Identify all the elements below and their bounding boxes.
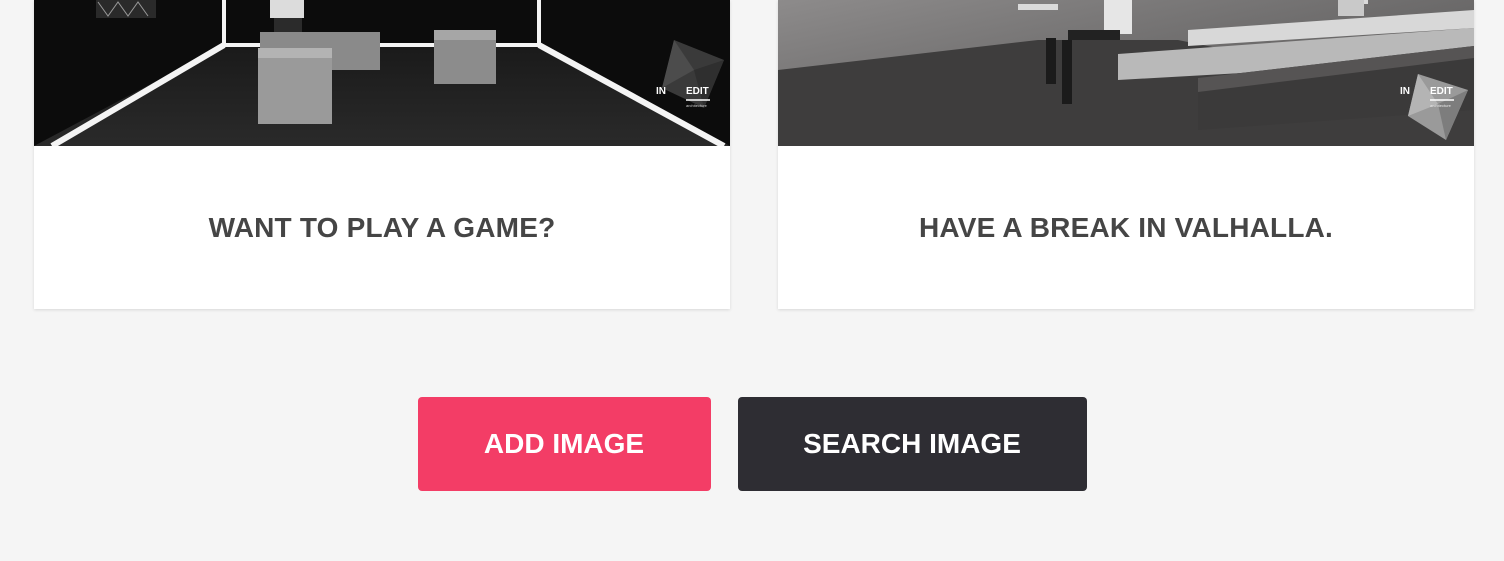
logo-text-sub: architecture xyxy=(686,103,708,108)
add-image-button[interactable]: ADD IMAGE xyxy=(417,397,711,491)
in-edit-logo: IN EDIT architecture xyxy=(652,68,722,140)
card-title: HAVE A BREAK IN VALHALLA. xyxy=(918,211,1334,243)
search-image-button[interactable]: SEARCH IMAGE xyxy=(737,397,1087,491)
card-title: WANT TO PLAY A GAME? xyxy=(208,211,556,243)
in-edit-logo: IN EDIT architecture xyxy=(1396,68,1466,140)
card-image[interactable]: IN EDIT architecture xyxy=(34,0,730,146)
card-image[interactable]: IN EDIT architecture xyxy=(778,0,1474,146)
logo-text-left: IN xyxy=(1400,86,1410,97)
action-buttons: ADD IMAGE SEARCH IMAGE xyxy=(0,397,1504,491)
game-room-photo xyxy=(34,0,730,146)
card-body: HAVE A BREAK IN VALHALLA. xyxy=(778,146,1474,309)
logo-text-left: IN xyxy=(656,86,666,97)
page: IN EDIT architecture WANT TO PLAY A GAME… xyxy=(0,0,1504,561)
logo-text-sub: architecture xyxy=(1430,103,1452,108)
valhalla-lounge-photo xyxy=(778,0,1474,146)
gallery-card-valhalla[interactable]: IN EDIT architecture HAVE A BREAK IN VAL… xyxy=(778,0,1474,309)
card-body: WANT TO PLAY A GAME? xyxy=(34,146,730,309)
gallery-card-game[interactable]: IN EDIT architecture WANT TO PLAY A GAME… xyxy=(34,0,730,309)
logo-text-right: EDIT xyxy=(686,86,709,97)
logo-text-right: EDIT xyxy=(1430,86,1453,97)
